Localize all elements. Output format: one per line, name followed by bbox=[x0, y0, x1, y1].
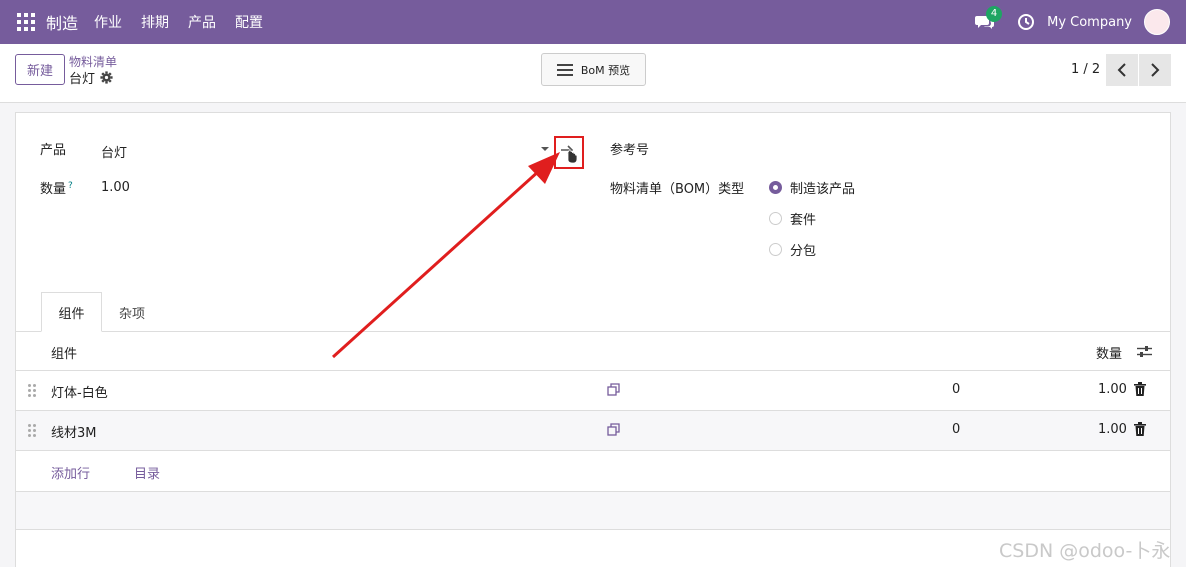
control-panel: 新建 物料清单 台灯 BoM 预览 1 / 2 bbox=[0, 44, 1186, 103]
component-value: 0 bbox=[952, 422, 961, 437]
list-icon bbox=[556, 63, 573, 76]
bom-type-kit[interactable]: 套件 bbox=[769, 209, 816, 228]
column-header-component[interactable]: 组件 bbox=[51, 343, 77, 362]
user-avatar[interactable] bbox=[1144, 9, 1170, 35]
catalog-link[interactable]: 目录 bbox=[134, 463, 160, 482]
copy-icon[interactable] bbox=[607, 383, 621, 397]
radio-selected[interactable] bbox=[769, 181, 782, 194]
chat-icon[interactable]: 4 bbox=[975, 6, 1003, 32]
product-label: 产品 bbox=[40, 143, 67, 158]
menu-products[interactable]: 产品 bbox=[188, 12, 216, 32]
table-header: 组件 数量 bbox=[16, 332, 1170, 371]
apps-menu-icon[interactable] bbox=[17, 13, 35, 31]
reference-label: 参考号 bbox=[610, 143, 650, 158]
top-navbar: 制造 作业 排期 产品 配置 4 My Company bbox=[0, 0, 1186, 44]
pager-next-button[interactable] bbox=[1139, 54, 1171, 86]
drag-handle-icon[interactable] bbox=[28, 424, 36, 437]
bom-preview-label: BoM 预览 bbox=[580, 63, 631, 77]
bom-preview-button[interactable]: BoM 预览 bbox=[541, 53, 646, 86]
new-button[interactable]: 新建 bbox=[15, 54, 65, 85]
table-row[interactable]: 灯体-白色 0 1.00 bbox=[16, 371, 1170, 411]
radio-unselected[interactable] bbox=[769, 243, 782, 256]
pager-previous-button[interactable] bbox=[1106, 54, 1138, 86]
company-switcher[interactable]: My Company bbox=[1047, 15, 1132, 30]
dropdown-caret-icon[interactable] bbox=[541, 147, 549, 151]
bom-type-option-label: 制造该产品 bbox=[790, 182, 856, 197]
column-header-quantity[interactable]: 数量 bbox=[1096, 343, 1122, 362]
column-settings-icon[interactable] bbox=[1137, 345, 1152, 358]
menu-configuration[interactable]: 配置 bbox=[235, 12, 263, 32]
product-field[interactable]: 台灯 bbox=[101, 142, 127, 161]
component-quantity[interactable]: 1.00 bbox=[1098, 382, 1127, 397]
radio-unselected[interactable] bbox=[769, 212, 782, 225]
external-link-button[interactable] bbox=[554, 136, 584, 169]
chat-badge: 4 bbox=[986, 6, 1003, 22]
quantity-field[interactable]: 1.00 bbox=[101, 180, 130, 195]
copy-icon[interactable] bbox=[607, 423, 621, 437]
component-name[interactable]: 灯体-白色 bbox=[51, 382, 108, 401]
bom-type-label: 物料清单（BOM）类型 bbox=[610, 182, 745, 197]
gear-icon[interactable] bbox=[100, 71, 113, 84]
add-line-link[interactable]: 添加行 bbox=[51, 463, 90, 482]
quantity-label: 数量? bbox=[40, 178, 73, 197]
tab-components[interactable]: 组件 bbox=[41, 292, 102, 332]
watermark: CSDN @odoo-卜永 bbox=[999, 540, 1171, 562]
navbar-systray: 4 My Company bbox=[975, 0, 1170, 44]
chevron-right-icon bbox=[1151, 63, 1160, 77]
tab-miscellaneous[interactable]: 杂项 bbox=[108, 292, 156, 332]
bom-type-manufacture[interactable]: 制造该产品 bbox=[769, 178, 855, 197]
app-name[interactable]: 制造 bbox=[46, 10, 78, 34]
component-value: 0 bbox=[952, 382, 961, 397]
breadcrumb-current: 台灯 bbox=[69, 68, 113, 87]
table-row[interactable]: 线材3M 0 1.00 bbox=[16, 411, 1170, 451]
help-tooltip-icon[interactable]: ? bbox=[68, 181, 73, 191]
bom-type-option-label: 分包 bbox=[790, 244, 817, 259]
breadcrumb-current-label: 台灯 bbox=[69, 72, 96, 87]
component-name[interactable]: 线材3M bbox=[51, 422, 97, 441]
menu-planning[interactable]: 排期 bbox=[141, 12, 169, 32]
trash-icon[interactable] bbox=[1134, 422, 1146, 436]
bom-type-subcontract[interactable]: 分包 bbox=[769, 240, 816, 259]
quantity-label-text: 数量 bbox=[40, 182, 67, 197]
trash-icon[interactable] bbox=[1134, 382, 1146, 396]
bom-type-option-label: 套件 bbox=[790, 213, 817, 228]
menu-operations[interactable]: 作业 bbox=[94, 12, 122, 32]
form-sheet: 产品 台灯 数量? 1.00 参考号 物料清单（BOM）类型 制造该产品 套件 … bbox=[15, 112, 1171, 567]
empty-row bbox=[16, 492, 1170, 530]
pager-value[interactable]: 1 / 2 bbox=[1071, 62, 1100, 77]
add-line-row: 添加行 目录 bbox=[16, 452, 1170, 492]
activity-clock-icon[interactable] bbox=[1017, 13, 1035, 31]
component-quantity[interactable]: 1.00 bbox=[1098, 422, 1127, 437]
drag-handle-icon[interactable] bbox=[28, 384, 36, 397]
arrow-right-icon bbox=[561, 144, 578, 163]
chevron-left-icon bbox=[1117, 63, 1126, 77]
